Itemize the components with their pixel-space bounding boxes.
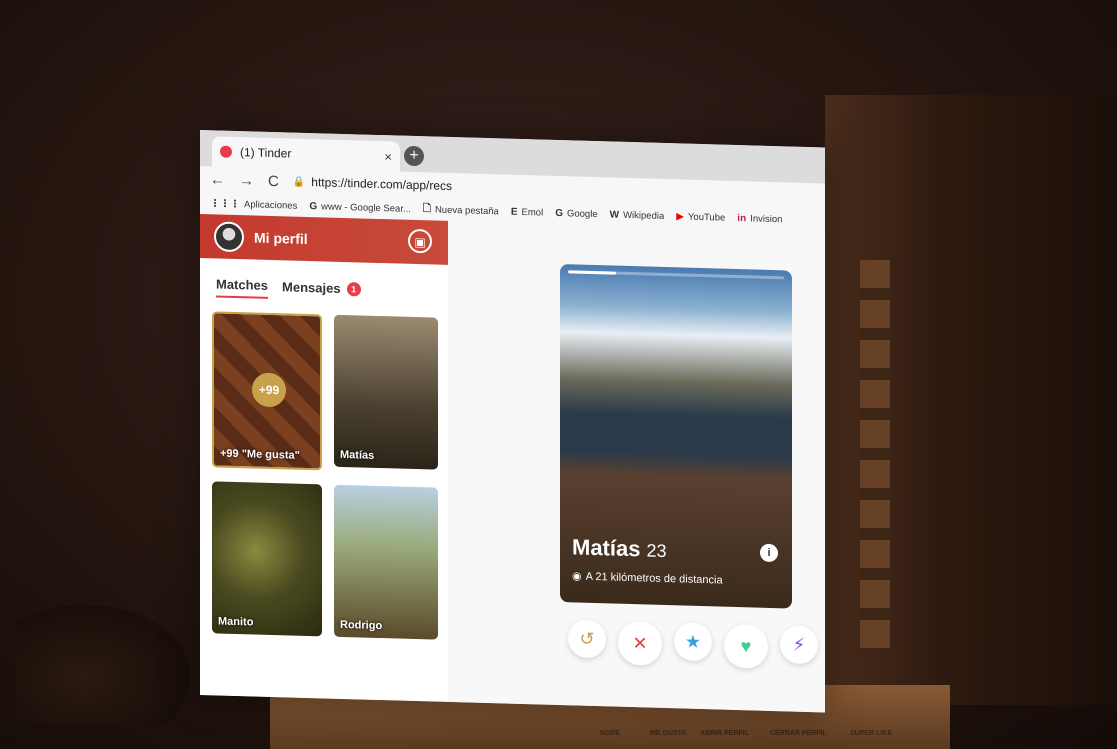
new-tab-button[interactable]: + (404, 145, 424, 167)
bookmark-emol[interactable]: E Emol (511, 206, 543, 218)
bookmark-wikipedia[interactable]: W Wikipedia (610, 209, 665, 222)
shelf-label: ABRIR PERFIL (700, 730, 749, 737)
distance-text: A 21 kilómetros de distancia (585, 570, 723, 587)
boost-icon[interactable]: ⚡ (780, 625, 818, 665)
google-icon: G (309, 200, 318, 212)
bookmark-youtube[interactable]: ▶ YouTube (676, 211, 725, 223)
shelf-label: SUPER LIKE (850, 730, 893, 737)
briefcase-icon[interactable]: ▣ (408, 228, 432, 254)
bookmark-nueva-pestana[interactable]: 🗋 Nueva pestaña (423, 201, 499, 220)
recs-area: Matías 23 ◉ A 21 kilómetros de distancia … (448, 220, 825, 713)
lock-icon: 🔒 (292, 176, 306, 188)
profile-age: 23 (646, 540, 667, 562)
bookmark-google[interactable]: G Google (555, 207, 597, 219)
card-name: Manito (218, 615, 254, 629)
browser-tab[interactable]: (1) Tinder × (212, 136, 400, 172)
card-name: +99 "Me gusta" (220, 447, 300, 462)
profile-card[interactable]: Matías 23 ◉ A 21 kilómetros de distancia … (560, 264, 792, 609)
like-icon[interactable]: ♥ (724, 623, 768, 669)
forward-icon[interactable]: → (239, 172, 254, 189)
address-bar[interactable]: 🔒 https://tinder.com/app/recs (293, 175, 452, 193)
horse-figurine (15, 605, 190, 725)
sidebar-tabs: Matches Mensajes 1 (200, 258, 448, 312)
bookmark-google-search[interactable]: Gwww - Google Sear... (309, 201, 411, 215)
photo-progress (568, 270, 616, 275)
card-name: Matías (340, 448, 375, 462)
wikipedia-icon: W (609, 208, 620, 221)
shelf-label: ME GUSTA (650, 730, 687, 737)
profile-name: Matías (572, 534, 641, 562)
tab-mensajes[interactable]: Mensajes 1 (282, 278, 361, 301)
profile-name-line: Matías 23 (572, 534, 667, 563)
tab-title: (1) Tinder (240, 145, 292, 161)
profile-label[interactable]: Mi perfil (254, 230, 308, 247)
matches-grid: +99 +99 "Me gusta" Matías Manito Rodrigo (200, 305, 448, 646)
tinder-flame-icon (220, 145, 232, 158)
location-pin-icon: ◉ (572, 570, 582, 583)
shelf-label: CERRAR PERFIL (770, 730, 827, 737)
tinder-app: Mi perfil ▣ Matches Mensajes 1 +99 +99 "M… (200, 214, 825, 713)
likes-card[interactable]: +99 +99 "Me gusta" (212, 311, 322, 471)
back-icon[interactable]: ← (210, 171, 225, 188)
page-icon: 🗋 (422, 202, 431, 214)
projected-screen: (1) Tinder × + ← → C 🔒 https://tinder.co… (200, 130, 825, 713)
match-card[interactable]: Manito (212, 481, 322, 637)
profile-header[interactable]: Mi perfil ▣ (200, 214, 448, 265)
close-icon[interactable]: × (384, 149, 392, 164)
likes-count: +99 (252, 372, 286, 408)
url-text: https://tinder.com/app/recs (311, 175, 453, 194)
rewind-icon[interactable]: ↺ (568, 619, 606, 659)
youtube-icon: ▶ (676, 210, 684, 223)
reload-icon[interactable]: C (268, 172, 279, 189)
card-name: Rodrigo (340, 618, 383, 633)
sidebar: Mi perfil ▣ Matches Mensajes 1 +99 +99 "M… (200, 214, 448, 702)
shelf-label: NOPE (600, 730, 620, 737)
nope-icon[interactable]: ✕ (618, 620, 662, 666)
match-card[interactable]: Matías (334, 314, 438, 470)
emol-icon: E (510, 206, 518, 218)
distance-line: ◉ A 21 kilómetros de distancia (572, 569, 723, 586)
superlike-icon[interactable]: ★ (674, 622, 712, 662)
info-icon[interactable]: i (760, 543, 778, 563)
tab-matches[interactable]: Matches (216, 276, 269, 299)
messages-badge: 1 (346, 281, 361, 296)
match-card[interactable]: Rodrigo (334, 484, 438, 640)
google-icon: G (555, 207, 563, 219)
bookmark-invision[interactable]: in Invision (737, 213, 782, 225)
action-bar: ↺ ✕ ★ ♥ ⚡ (568, 619, 818, 670)
avatar[interactable] (214, 221, 244, 253)
invision-icon: in (737, 212, 747, 224)
door-carving (860, 260, 890, 650)
apps-grid-icon: ⋮⋮⋮ (210, 197, 240, 210)
bookmark-aplicaciones[interactable]: ⋮⋮⋮ Aplicaciones (210, 198, 297, 211)
